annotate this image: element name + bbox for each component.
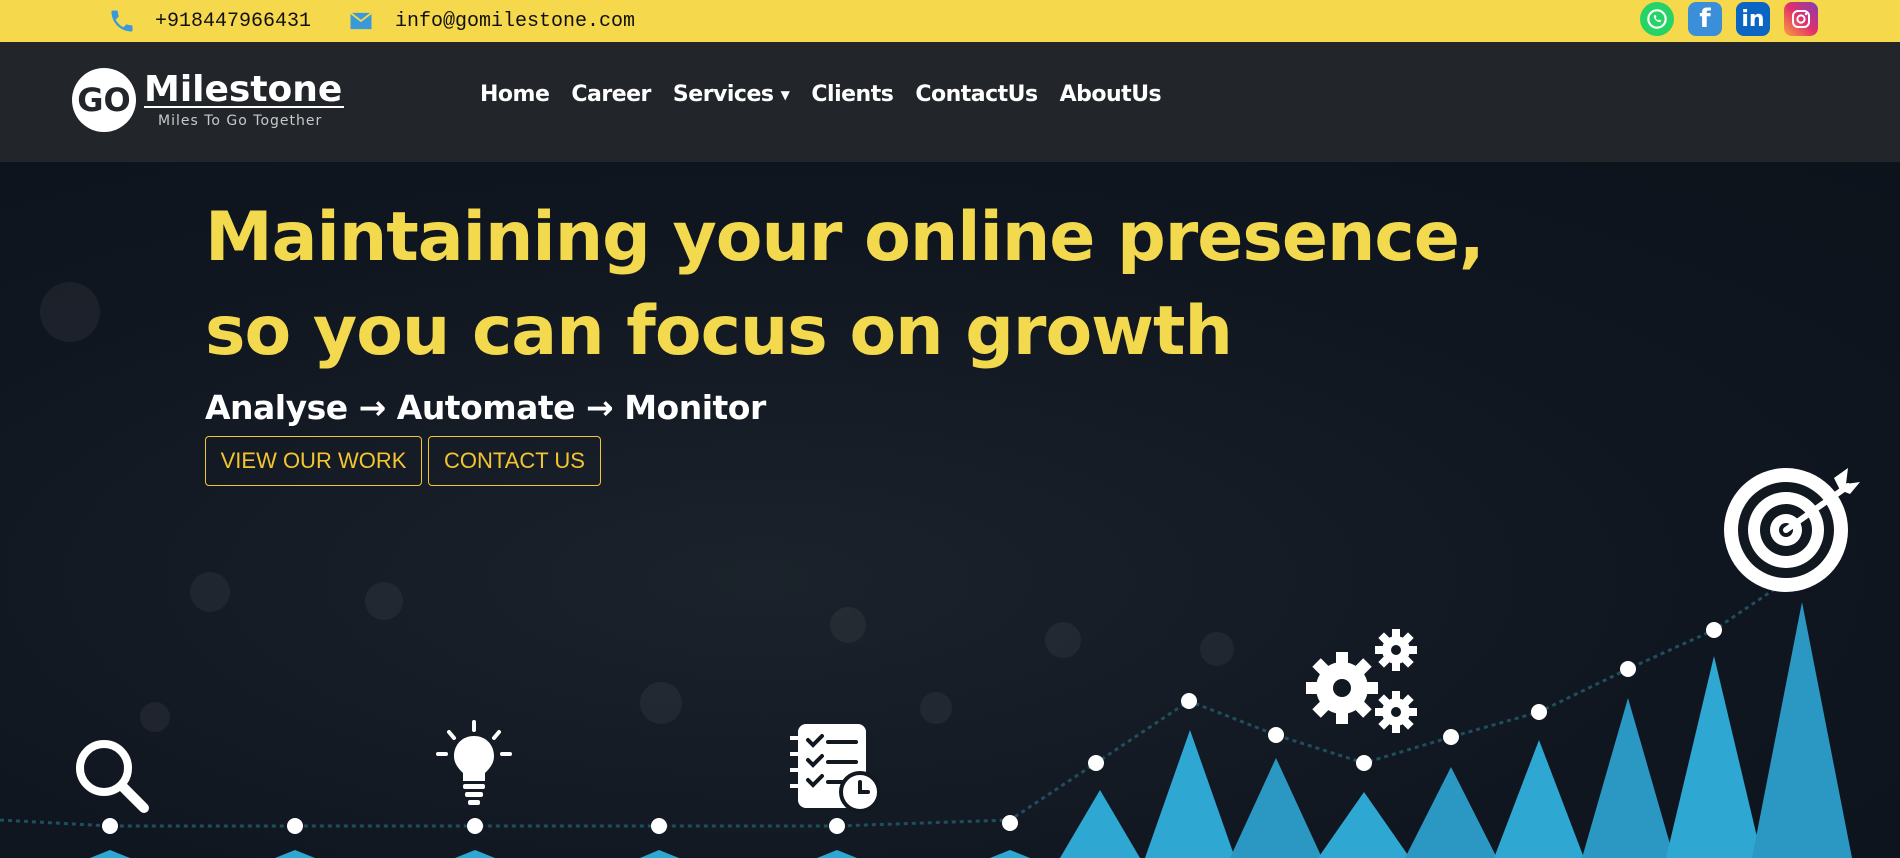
- hero-section: Maintaining your online presence, so you…: [0, 162, 1900, 858]
- growth-dot: [102, 818, 118, 834]
- instagram-icon[interactable]: [1784, 2, 1818, 36]
- growth-dot: [1181, 693, 1197, 709]
- growth-dot: [1531, 704, 1547, 720]
- logo-name: Milestone: [144, 69, 342, 110]
- logo-tagline: Miles To Go Together: [158, 113, 322, 129]
- nav-services[interactable]: Services ▼: [672, 82, 790, 107]
- logo-mark: GO: [77, 81, 130, 119]
- email-icon: [349, 12, 373, 30]
- phone-number[interactable]: +918447966431: [155, 0, 311, 42]
- growth-dots: [102, 622, 1722, 834]
- growth-dot: [287, 818, 303, 834]
- growth-dot: [651, 818, 667, 834]
- facebook-icon[interactable]: f: [1688, 2, 1722, 36]
- lightbulb-icon: [436, 720, 512, 805]
- growth-dot: [1443, 729, 1459, 745]
- growth-dot: [1088, 755, 1104, 771]
- nav-services-label: Services: [672, 82, 774, 107]
- growth-dot: [1620, 661, 1636, 677]
- linkedin-icon[interactable]: in: [1736, 2, 1770, 36]
- nav-clients[interactable]: Clients: [811, 82, 893, 107]
- main-nav: Home Career Services ▼ Clients ContactUs…: [480, 82, 1162, 107]
- growth-dot: [1002, 815, 1018, 831]
- nav-about[interactable]: AboutUs: [1060, 82, 1162, 107]
- growth-dot: [1356, 755, 1372, 771]
- nav-career[interactable]: Career: [571, 82, 651, 107]
- whatsapp-icon[interactable]: [1640, 2, 1674, 36]
- caret-down-icon: ▼: [780, 88, 790, 102]
- nav-contact[interactable]: ContactUs: [915, 82, 1038, 107]
- nav-home[interactable]: Home: [480, 82, 550, 107]
- growth-dot: [1706, 622, 1722, 638]
- site-logo[interactable]: GO Milestone Miles To Go Together: [72, 65, 352, 135]
- checklist-icon: [790, 724, 881, 813]
- phone-icon: [111, 10, 133, 32]
- growth-dot: [1268, 727, 1284, 743]
- target-icon: [1724, 468, 1860, 592]
- growth-dot: [829, 818, 845, 834]
- gears-icon: [1306, 629, 1417, 733]
- email-address[interactable]: info@gomilestone.com: [395, 0, 635, 42]
- top-contact-bar: +918447966431 info@gomilestone.com f in: [0, 0, 1900, 42]
- search-icon: [76, 740, 149, 813]
- growth-dot: [467, 818, 483, 834]
